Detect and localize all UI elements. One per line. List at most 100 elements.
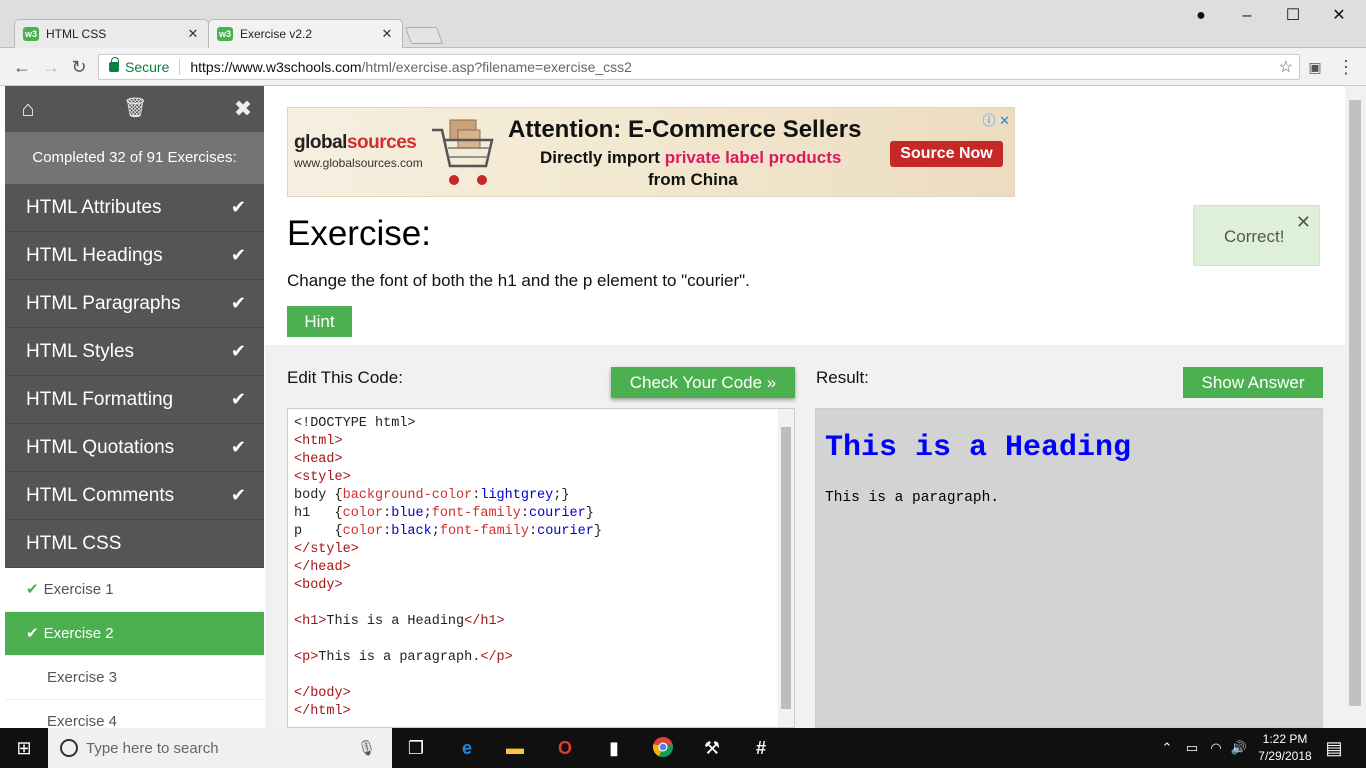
correct-text: Correct! (1224, 227, 1285, 246)
page-scrollbar-thumb[interactable] (1349, 100, 1361, 706)
sidebar-item-paragraphs[interactable]: HTML Paragraphs ✔ (5, 280, 264, 328)
tab-close-icon[interactable]: ✕ (186, 26, 200, 42)
close-sidebar-icon[interactable]: ✖ (230, 96, 256, 122)
new-tab-button[interactable] (404, 27, 444, 44)
system-clock[interactable]: 1:22 PM 7/29/2018 (1250, 731, 1320, 765)
bookmark-star-icon[interactable]: ☆ (1279, 57, 1293, 77)
url-input[interactable]: Secure https://www.w3schools.com /html/e… (98, 54, 1300, 80)
page-scrollbar[interactable] (1345, 86, 1366, 728)
sidebar-item-headings[interactable]: HTML Headings ✔ (5, 232, 264, 280)
show-answer-button[interactable]: Show Answer (1183, 367, 1323, 398)
tab-exercise[interactable]: w3 Exercise v2.2 ✕ (208, 19, 403, 48)
correct-alert: Correct! ✕ (1193, 205, 1320, 266)
checkmark-icon: ✔ (230, 245, 246, 265)
exercise-description: Change the font of both the h1 and the p… (287, 271, 750, 290)
ad-cta-button[interactable]: Source Now (890, 141, 1003, 167)
sidebar-item-styles[interactable]: HTML Styles ✔ (5, 328, 264, 376)
url-divider (179, 59, 181, 75)
menu-dots-icon[interactable]: ⋮ (1335, 56, 1357, 78)
sidebar-item-label: HTML CSS (26, 533, 122, 554)
w3schools-favicon-icon: w3 (23, 27, 39, 41)
check-code-button[interactable]: Check Your Code » (611, 367, 795, 398)
ad-line2: Directly import private label products (540, 148, 842, 167)
close-alert-icon[interactable]: ✕ (1296, 212, 1311, 233)
exercise-item-1[interactable]: ✔ Exercise 1 (5, 568, 264, 612)
checkmark-icon: ✔ (230, 389, 246, 409)
address-bar: ← → ↻ Secure https://www.w3schools.com /… (0, 48, 1366, 86)
volume-icon[interactable]: 🔊 (1227, 736, 1251, 760)
edge-icon[interactable]: e (455, 736, 479, 760)
code-line: <style> (294, 470, 351, 485)
extension-icon[interactable]: ▣ (1304, 56, 1326, 78)
ad-choices-icon[interactable]: ⓘ ✕ (982, 110, 1010, 129)
sidebar-item-formatting[interactable]: HTML Formatting ✔ (5, 376, 264, 424)
slack-icon[interactable]: # (749, 736, 773, 760)
exercise-label: Exercise 1 (43, 581, 114, 598)
tab-html-css[interactable]: w3 HTML CSS ✕ (14, 19, 209, 48)
exercise-item-3[interactable]: Exercise 3 (5, 656, 264, 700)
code-line: <head> (294, 452, 343, 467)
code-line: <p>This is a paragraph.</p> (294, 650, 513, 665)
exercise-title: Exercise: (287, 214, 431, 253)
exercise-item-2[interactable]: ✔ Exercise 2 (5, 612, 264, 656)
home-icon[interactable]: ⌂ (15, 96, 41, 122)
close-window-button[interactable]: ✕ (1324, 6, 1354, 26)
taskbar-search[interactable]: Type here to search 🎙 (48, 728, 392, 768)
tab-title: Exercise v2.2 (240, 27, 313, 41)
result-frame: This is a Heading This is a paragraph. (815, 408, 1323, 728)
maximize-button[interactable]: ☐ (1278, 6, 1308, 26)
minimize-button[interactable]: – (1232, 6, 1262, 26)
browser-titlebar: w3 HTML CSS ✕ w3 Exercise v2.2 ✕ ● – ☐ ✕ (0, 0, 1366, 48)
sidebar-item-attributes[interactable]: HTML Attributes ✔ (5, 184, 264, 232)
checkmark-icon: ✔ (230, 197, 246, 217)
search-icon (60, 739, 78, 757)
advertisement-banner[interactable]: globalsources www.globalsources.com Atte… (287, 107, 1015, 197)
checkmark-icon: ✔ (230, 485, 246, 505)
opera-icon[interactable]: O (553, 736, 577, 760)
tray-chevron-icon[interactable]: ⌃ (1155, 736, 1179, 760)
code-scrollbar-thumb[interactable] (781, 427, 791, 709)
windows-taskbar: ⊞ Type here to search 🎙 ❐ e ▬ O ▮ ⚒ # ⌃ … (0, 728, 1366, 768)
chrome-icon[interactable] (651, 736, 675, 760)
battery-icon[interactable]: ▭ (1180, 736, 1204, 760)
sidebar-item-css[interactable]: HTML CSS (5, 520, 264, 568)
windows-start-icon[interactable]: ⊞ (12, 736, 36, 760)
url-host: https://www.w3schools.com (190, 59, 362, 75)
sidebar-item-label: HTML Styles (26, 341, 135, 362)
reload-icon[interactable]: ↻ (68, 56, 90, 78)
tab-close-icon[interactable]: ✕ (380, 26, 394, 42)
forward-arrow-icon[interactable]: → (40, 56, 62, 78)
code-text[interactable]: <!DOCTYPE html> <html> <head> <style> body {… (294, 415, 602, 721)
result-heading: This is a Heading (825, 431, 1132, 465)
tools-icon[interactable]: ⚒ (700, 736, 724, 760)
code-scrollbar[interactable] (778, 409, 794, 727)
file-explorer-icon[interactable]: ▬ (503, 736, 527, 760)
code-line: </style> (294, 542, 359, 557)
profile-icon[interactable]: ● (1186, 6, 1216, 26)
microphone-icon[interactable]: 🎙 (357, 739, 376, 757)
wifi-icon[interactable]: ◠ (1204, 736, 1228, 760)
sidebar-item-label: HTML Paragraphs (26, 293, 181, 314)
task-view-icon[interactable]: ❐ (404, 736, 428, 760)
notepad-icon[interactable]: ▮ (602, 736, 626, 760)
exercise-sidebar: ⌂ 🗑 ✖ Completed 32 of 91 Exercises: HTML… (5, 86, 264, 728)
sidebar-item-quotations[interactable]: HTML Quotations ✔ (5, 424, 264, 472)
lock-icon (109, 57, 119, 72)
result-label: Result: (816, 368, 869, 387)
sidebar-item-comments[interactable]: HTML Comments ✔ (5, 472, 264, 520)
trash-icon[interactable]: 🗑 (122, 96, 148, 122)
hint-button[interactable]: Hint (287, 306, 352, 337)
notification-icon[interactable]: ▤ (1322, 736, 1346, 760)
back-arrow-icon[interactable]: ← (11, 56, 33, 78)
url-path: /html/exercise.asp?filename=exercise_css… (361, 59, 632, 75)
code-line: </html> (294, 704, 351, 719)
checkmark-icon: ✔ (230, 341, 246, 361)
code-editor[interactable]: <!DOCTYPE html> <html> <head> <style> body {… (287, 408, 795, 728)
sidebar-toolbar: ⌂ 🗑 ✖ (5, 86, 264, 132)
exercise-item-4[interactable]: Exercise 4 (5, 700, 264, 728)
ad-site: www.globalsources.com (294, 156, 423, 170)
code-line: <body> (294, 578, 343, 593)
